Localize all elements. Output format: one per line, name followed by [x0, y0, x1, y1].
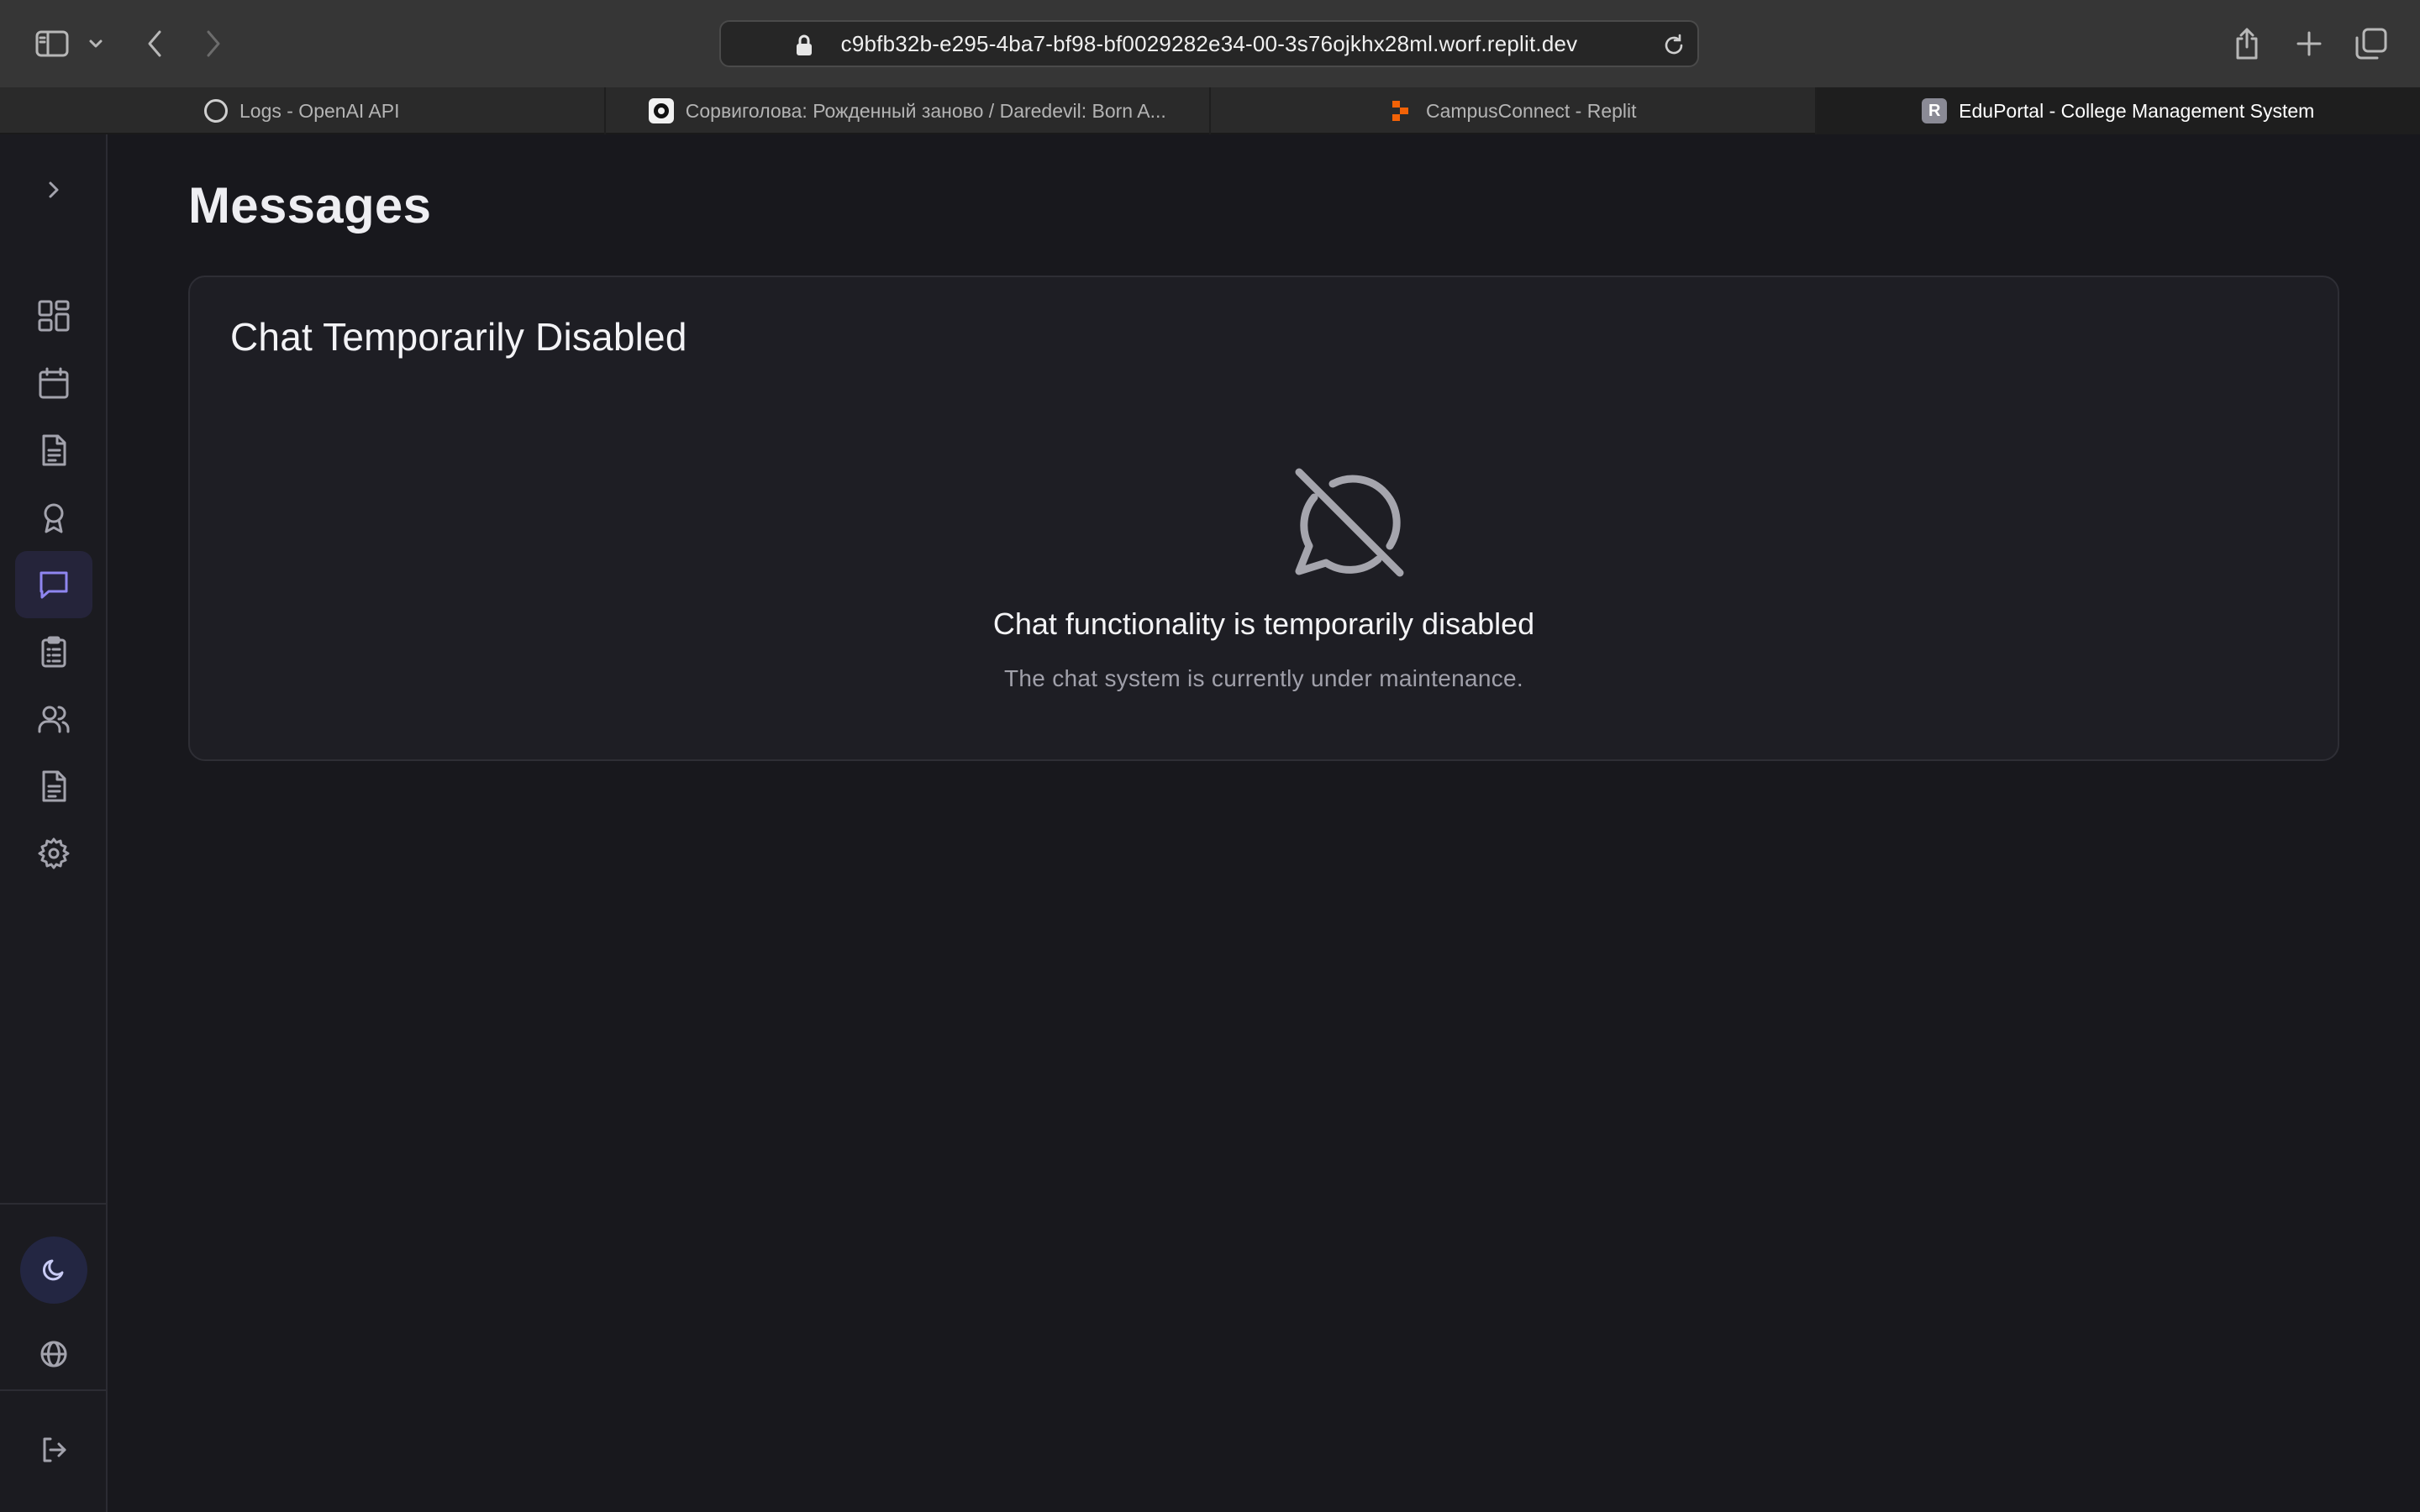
file-text-icon — [42, 770, 66, 802]
globe-icon — [40, 1341, 67, 1368]
disabled-subtext: The chat system is currently under maint… — [1004, 665, 1523, 691]
eduportal-favicon: R — [1922, 98, 1948, 123]
replit-icon — [1389, 98, 1414, 123]
card-title: Chat Temporarily Disabled — [230, 315, 687, 359]
share-icon[interactable] — [2225, 22, 2269, 66]
clipboard-icon — [41, 636, 66, 668]
language-button[interactable] — [15, 1320, 92, 1388]
new-tab-icon[interactable] — [2287, 22, 2331, 66]
document-icon — [42, 434, 66, 466]
sidebar — [0, 134, 108, 1512]
openai-icon — [203, 99, 228, 123]
page-title: Messages — [188, 177, 432, 234]
main-content: Messages Chat Temporarily Disabled Chat … — [108, 134, 2420, 1512]
reload-icon[interactable] — [1659, 30, 1689, 60]
users-icon — [38, 706, 70, 733]
sidebar-toggle-icon[interactable] — [30, 22, 74, 66]
sidebar-divider — [0, 1389, 106, 1391]
forward-icon[interactable] — [192, 22, 235, 66]
sidebar-item-documents[interactable] — [15, 417, 92, 484]
app: Messages Chat Temporarily Disabled Chat … — [0, 134, 2420, 1512]
message-off-icon — [1291, 465, 1408, 583]
sidebar-item-users[interactable] — [15, 685, 92, 753]
chat-disabled-card: Chat Temporarily Disabled Chat functiona… — [188, 276, 2339, 761]
expand-sidebar-button[interactable] — [15, 156, 92, 223]
tab-daredevil[interactable]: Сорвиголова: Рожденный заново / Daredevi… — [606, 87, 1211, 134]
chevron-right-icon — [49, 181, 59, 198]
tab-eduportal[interactable]: R EduPortal - College Management System — [1816, 87, 2420, 134]
messages-icon — [39, 571, 68, 599]
sidebar-item-dashboard[interactable] — [15, 282, 92, 349]
address-bar[interactable]: c9bfb32b-e295-4ba7-bf98-bf0029282e34-00-… — [719, 20, 1699, 67]
logout-button[interactable] — [15, 1416, 92, 1483]
tab-label: Logs - OpenAI API — [239, 99, 400, 122]
tab-label: Сорвиголова: Рожденный заново / Daredevi… — [685, 99, 1166, 122]
sidebar-item-achievements[interactable] — [15, 484, 92, 551]
moon-icon — [42, 1259, 64, 1281]
browser-window: c9bfb32b-e295-4ba7-bf98-bf0029282e34-00-… — [0, 0, 2420, 1512]
calendar-icon — [39, 367, 69, 399]
tab-campusconnect[interactable]: CampusConnect - Replit — [1211, 87, 1817, 134]
lock-icon — [795, 34, 813, 61]
sidebar-item-reports[interactable] — [15, 753, 92, 820]
chevron-down-icon[interactable] — [77, 22, 114, 66]
sidebar-item-settings[interactable] — [15, 820, 92, 887]
sidebar-item-calendar[interactable] — [15, 349, 92, 417]
url-text: c9bfb32b-e295-4ba7-bf98-bf0029282e34-00-… — [840, 30, 1578, 56]
kinopoisk-icon — [648, 98, 674, 123]
tab-bar: Logs - OpenAI API Сорвиголова: Рожденный… — [0, 87, 2420, 134]
logout-icon — [43, 1437, 66, 1462]
back-icon[interactable] — [133, 22, 176, 66]
theme-toggle-button[interactable] — [20, 1236, 87, 1304]
tab-label: CampusConnect - Replit — [1425, 99, 1637, 122]
sidebar-item-messages[interactable] — [15, 551, 92, 618]
tab-overview-icon[interactable] — [2349, 22, 2393, 66]
award-icon — [44, 503, 64, 533]
browser-toolbar: c9bfb32b-e295-4ba7-bf98-bf0029282e34-00-… — [0, 0, 2420, 87]
tab-label: EduPortal - College Management System — [1959, 99, 2315, 122]
tab-openai-logs[interactable]: Logs - OpenAI API — [0, 87, 606, 134]
settings-icon — [38, 837, 70, 869]
disabled-headline: Chat functionality is temporarily disabl… — [992, 606, 1535, 641]
dashboard-icon — [38, 300, 70, 332]
sidebar-item-assignments[interactable] — [15, 618, 92, 685]
sidebar-divider — [0, 1203, 106, 1205]
